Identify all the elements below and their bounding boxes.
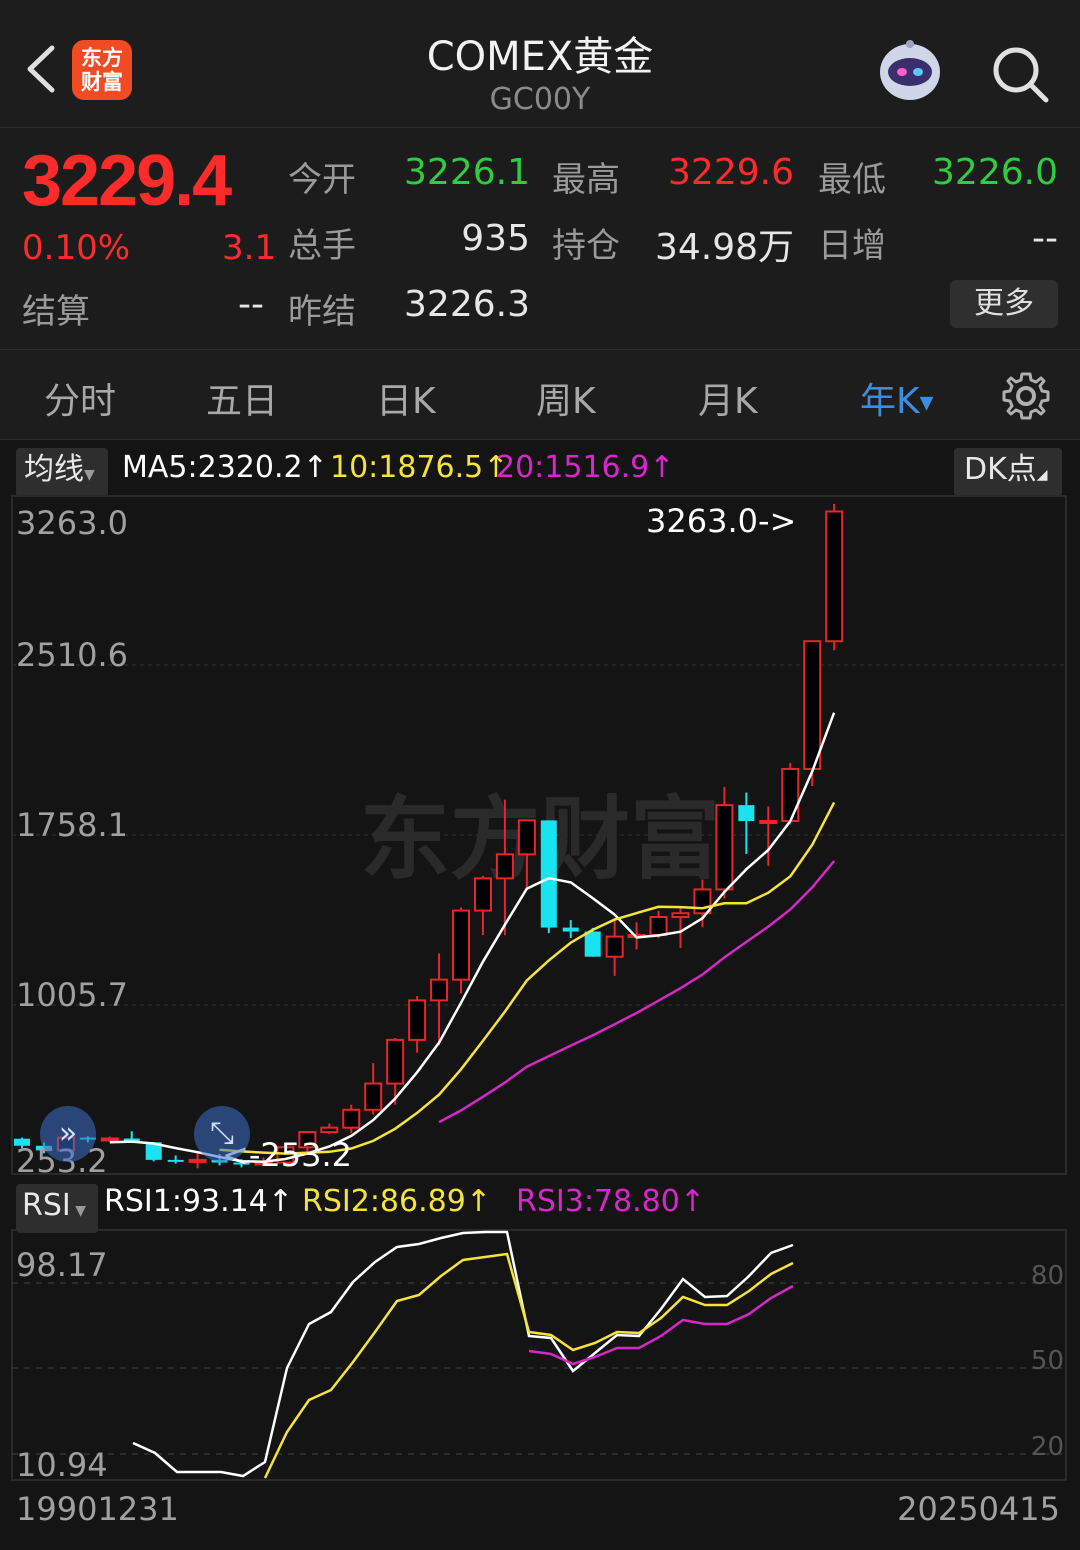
ma5-line	[109, 712, 836, 1163]
y-tick-label: 1005.7	[16, 976, 128, 1014]
start-date-label: 19901231	[16, 1490, 179, 1528]
candle-body	[473, 877, 492, 912]
rsi-max-label: 98.17	[16, 1246, 108, 1284]
rsi-ref-label: 20	[1031, 1432, 1064, 1462]
y-tick-label: 1758.1	[16, 806, 128, 844]
candle-body	[188, 1158, 207, 1163]
rsi3-line	[528, 1284, 794, 1366]
rsi-selector-label: RSI	[22, 1188, 71, 1223]
candle-body	[167, 1159, 184, 1162]
up-arrow-icon: ↑	[465, 1184, 491, 1219]
up-arrow-icon: ↑	[267, 1184, 293, 1219]
candle-body	[584, 931, 601, 957]
candle-body	[364, 1082, 383, 1111]
rsi-frame	[11, 1229, 1067, 1481]
candle-body	[562, 927, 579, 932]
rsi2-legend: RSI2:86.89↑	[302, 1184, 491, 1219]
y-tick-label: 2510.6	[16, 636, 128, 674]
kline-chart[interactable]: 东方财富 3263.0 2510.6 1758.1 1005.7 253.2 3…	[0, 0, 1080, 1550]
candle-body	[605, 935, 624, 958]
candle-body	[759, 820, 778, 825]
candle-body	[430, 978, 449, 1002]
rsi3-value: RSI3:78.80	[516, 1184, 680, 1219]
ma20-line	[438, 860, 836, 1124]
candle-body	[320, 1126, 339, 1134]
max-price-annotation: 3263.0->	[646, 502, 796, 540]
watermark: 东方财富	[360, 787, 720, 892]
rsi-ref-label: 80	[1031, 1261, 1064, 1291]
candle-body	[715, 804, 734, 891]
rsi3-legend: RSI3:78.80↑	[516, 1184, 705, 1219]
rsi1-legend: RSI1:93.14↑	[104, 1184, 293, 1219]
candle-body	[495, 853, 514, 880]
rsi2-value: RSI2:86.89	[302, 1184, 466, 1219]
rsi-legend-row: RSI ▼ RSI1:93.14↑ RSI2:86.89↑ RSI3:78.80…	[0, 1180, 1080, 1233]
candle-body	[386, 1038, 405, 1085]
rsi1-value: RSI1:93.14	[104, 1184, 268, 1219]
fullscreen-icon[interactable]: ⤡	[194, 1106, 250, 1162]
y-tick-label: 3263.0	[16, 504, 128, 542]
end-date-label: 20250415	[897, 1490, 1060, 1528]
rsi-min-label: 10.94	[16, 1446, 108, 1484]
rsi1-line	[132, 1230, 794, 1478]
rsi-ref-label: 50	[1031, 1346, 1064, 1376]
candle-body	[738, 805, 755, 822]
ma-lines-group	[109, 712, 836, 1163]
candle-body	[342, 1108, 361, 1129]
candle-body	[825, 510, 844, 643]
candle-body	[781, 767, 800, 823]
candle-body	[649, 915, 668, 937]
up-arrow-icon: ↑	[679, 1184, 705, 1219]
candle-body	[671, 912, 690, 918]
expand-double-arrow-icon[interactable]: »	[40, 1106, 96, 1162]
candle-body	[540, 820, 557, 928]
caret-down-icon: ▼	[70, 1203, 86, 1219]
rsi-selector[interactable]: RSI ▼	[16, 1184, 98, 1233]
candle-body	[517, 819, 536, 856]
candle-body	[452, 909, 470, 981]
candle-body	[100, 1137, 119, 1142]
rsi2-line	[263, 1252, 794, 1479]
candle-body	[408, 999, 427, 1041]
candle-body	[803, 640, 822, 770]
